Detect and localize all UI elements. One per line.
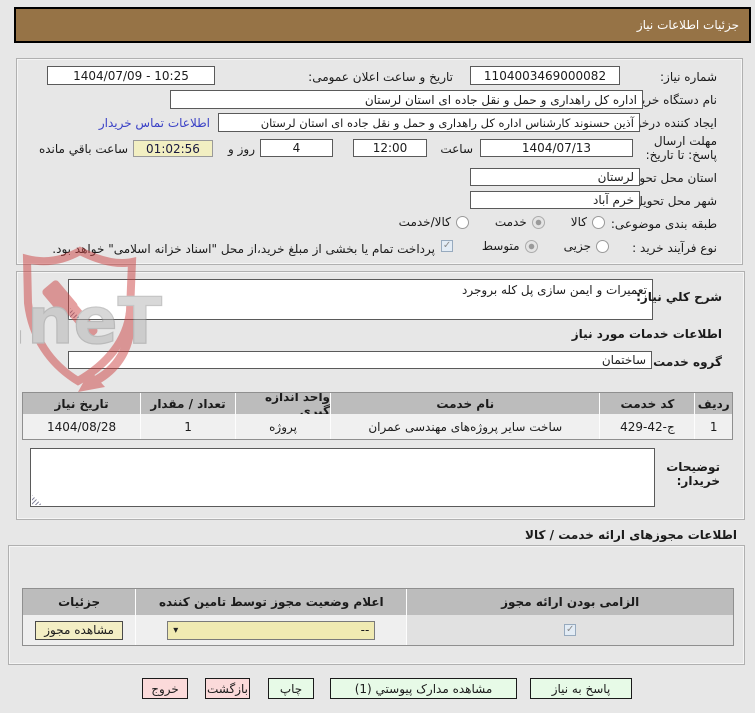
radio-option-goods[interactable]: کالا — [571, 215, 605, 229]
service-group-label: گروه خدمت: — [648, 355, 722, 369]
buyer-contact-link[interactable]: اطلاعات تماس خریدار — [99, 116, 210, 130]
print-button[interactable]: چاپ — [268, 678, 314, 699]
need-description-label: شرح کلي نیاز: — [636, 290, 722, 304]
radio-option-label: خدمت — [494, 215, 527, 229]
cell-details: مشاهده مجوز — [23, 615, 136, 645]
buyer-notes-label: توضیحات خریدار: — [666, 460, 720, 488]
treasury-checkbox[interactable]: ✓ — [441, 240, 453, 252]
permit-status-value: -- — [360, 623, 370, 637]
cell-service-name: ساخت سایر پروژه‌های مهندسی عمران — [330, 414, 600, 439]
cell-need-date: 1404/08/28 — [23, 414, 141, 439]
deadline-date-field[interactable]: 1404/07/13 — [480, 139, 633, 157]
need-number-label: شماره نیاز: — [660, 70, 717, 84]
service-group-field[interactable]: ساختمان — [68, 351, 652, 369]
city-field[interactable]: خرم آباد — [470, 191, 640, 209]
services-section-header: اطلاعات خدمات مورد نیاز — [571, 327, 722, 341]
exit-button[interactable]: خروج — [142, 678, 188, 699]
deadline-time-field[interactable]: 12:00 — [353, 139, 427, 157]
view-attached-docs-button[interactable]: مشاهده مدارک پیوستي (1) — [330, 678, 517, 699]
buyer-org-field[interactable]: اداره کل راهداری و حمل و نقل جاده ای است… — [170, 90, 643, 109]
view-permit-button[interactable]: مشاهده مجوز — [35, 620, 124, 640]
radio-icon[interactable] — [455, 215, 469, 229]
col-header-quantity: تعداد / مقدار — [140, 393, 236, 414]
col-header-need-date: تاریخ نیاز — [23, 393, 141, 414]
need-number-field[interactable]: 1104003469000082 — [470, 66, 620, 85]
page-title: جزئیات اطلاعات نیاز — [14, 7, 751, 43]
process-type-label: نوع فرآیند خرید : — [632, 241, 717, 255]
need-description-textarea[interactable]: تعمیرات و ایمن سازی پل کله بروجرد — [68, 279, 653, 320]
province-field[interactable]: لرستان — [470, 168, 640, 186]
need-description-text: تعمیرات و ایمن سازی پل کله بروجرد — [462, 283, 647, 297]
permit-required-checkbox[interactable]: ✓ — [564, 624, 577, 636]
respond-to-need-button[interactable]: پاسخ به نیاز — [530, 678, 632, 699]
cell-row-number: 1 — [694, 414, 732, 439]
need-details-page: جزئیات اطلاعات نیاز شماره نیاز: 11040034… — [0, 0, 755, 713]
permits-table: الزامی بودن ارائه مجوز اعلام وضعیت مجوز … — [22, 588, 734, 646]
cell-permit-required: ✓ — [406, 615, 733, 645]
col-header-row-number: ردیف — [694, 393, 732, 414]
radio-option-goods-service[interactable]: کالا/خدمت — [399, 215, 469, 229]
col-header-unit: واحد اندازه گیری — [235, 393, 331, 414]
col-header-details: جزئیات — [23, 589, 136, 615]
radio-option-label: کالا — [570, 215, 587, 229]
permits-table-row: ✓ -- ▾ مشاهده مجوز — [23, 615, 733, 645]
services-table: ردیف کد خدمت نام خدمت واحد اندازه گیری ت… — [22, 392, 733, 440]
resize-grip-icon[interactable] — [70, 308, 80, 318]
countdown-timer: 01:02:56 — [133, 140, 213, 157]
chevron-down-icon: ▾ — [173, 624, 179, 636]
permit-status-select[interactable]: -- ▾ — [167, 620, 376, 640]
treasury-note: پرداخت تمام یا بخشی از مبلغ خرید،از محل … — [52, 242, 435, 256]
services-table-header-row: ردیف کد خدمت نام خدمت واحد اندازه گیری ت… — [23, 393, 732, 414]
radio-option-partial[interactable]: جزیی — [564, 239, 609, 253]
process-radio-group: جزیی متوسط — [456, 239, 609, 253]
deadline-label: مهلت ارسال پاسخ: تا تاریخ: — [645, 134, 717, 162]
cell-unit: پروژه — [235, 414, 331, 439]
days-field[interactable]: 4 — [260, 139, 333, 157]
col-header-permit-status: اعلام وضعیت مجوز توسط تامین کننده — [135, 589, 407, 615]
requester-field[interactable]: آذین حسنوند کارشناس اداره کل راهداری و ح… — [218, 113, 640, 132]
radio-option-label: کالا/خدمت — [398, 215, 451, 229]
radio-selected-icon[interactable] — [531, 215, 545, 229]
cell-service-code: ج-42-429 — [599, 414, 695, 439]
radio-option-label: متوسط — [481, 239, 520, 253]
announce-datetime-field[interactable]: 1404/07/09 - 10:25 — [47, 66, 215, 85]
buyer-notes-textarea[interactable] — [30, 448, 655, 507]
cell-permit-status: -- ▾ — [135, 615, 407, 645]
permits-section-header: اطلاعات مجوزهای ارائه خدمت / کالا — [525, 528, 737, 542]
classification-label: طبقه بندی موضوعی: — [610, 217, 717, 231]
city-label: شهر محل تحویل: — [630, 194, 717, 208]
radio-option-medium[interactable]: متوسط — [482, 239, 538, 253]
col-header-permit-required: الزامی بودن ارائه مجوز — [406, 589, 733, 615]
classification-radio-group: کالا خدمت کالا/خدمت — [373, 215, 605, 229]
days-label: روز و — [228, 142, 255, 156]
radio-icon[interactable] — [596, 239, 609, 253]
back-button[interactable]: بازگشت — [205, 678, 250, 699]
radio-option-service[interactable]: خدمت — [495, 215, 545, 229]
radio-option-label: جزیی — [563, 239, 591, 253]
remaining-label: ساعت باقي مانده — [38, 142, 128, 156]
radio-selected-icon[interactable] — [524, 239, 538, 253]
permits-table-header-row: الزامی بودن ارائه مجوز اعلام وضعیت مجوز … — [23, 589, 733, 615]
radio-icon[interactable] — [592, 215, 605, 229]
resize-grip-icon[interactable] — [32, 495, 42, 505]
services-table-row: 1 ج-42-429 ساخت سایر پروژه‌های مهندسی عم… — [23, 414, 732, 439]
col-header-service-code: کد خدمت — [599, 393, 695, 414]
hour-label: ساعت — [440, 142, 473, 156]
cell-quantity: 1 — [140, 414, 236, 439]
announce-datetime-label: تاریخ و ساعت اعلان عمومی: — [308, 70, 453, 84]
col-header-service-name: نام خدمت — [330, 393, 600, 414]
